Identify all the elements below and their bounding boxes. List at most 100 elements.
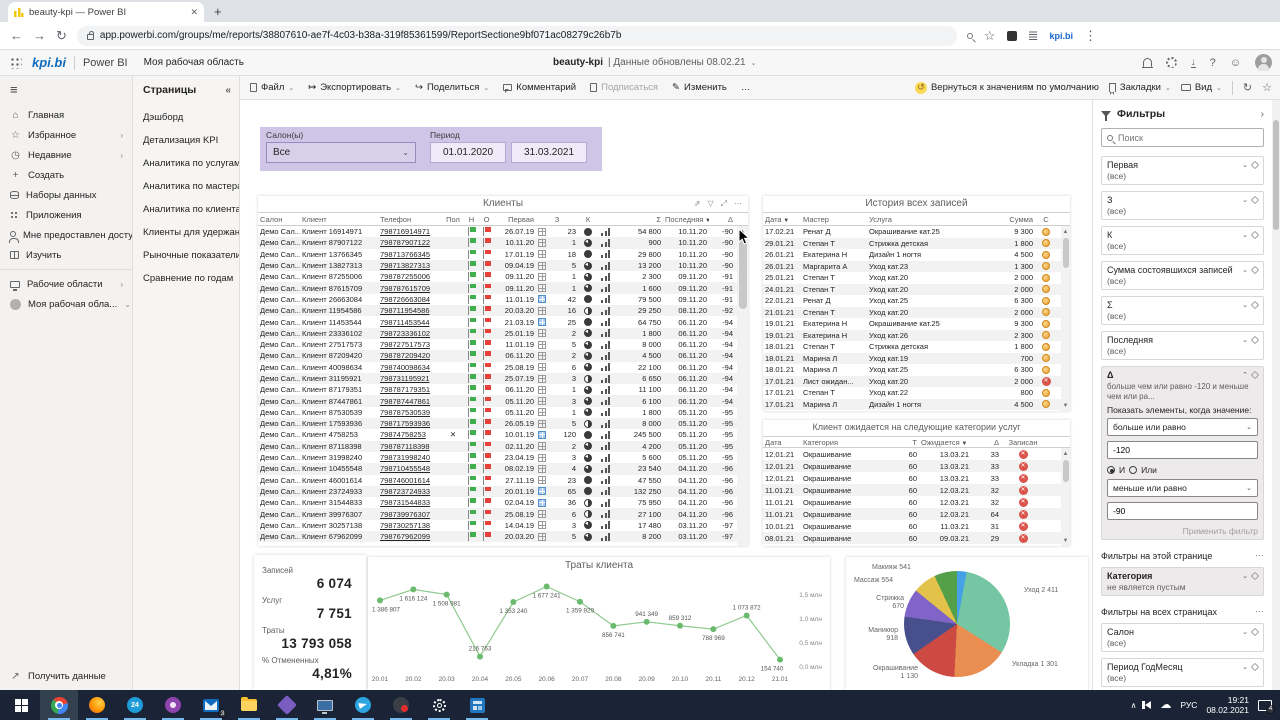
chevron-down-icon[interactable]: ⌄ xyxy=(1242,628,1248,636)
toolbar-export-button[interactable]: ↦ Экспортировать ⌄ xyxy=(308,82,401,93)
clients-table-row[interactable]: Демо Сал... Клиент 11954586 798711954586 20… xyxy=(258,305,748,317)
page-scrollbar[interactable] xyxy=(1272,100,1280,690)
salon-slicer-dropdown[interactable]: Все ⌄ xyxy=(266,142,416,163)
sidebar-item-star[interactable]: ☆ Избранное › xyxy=(0,125,132,145)
phone-link[interactable]: 798787907122 xyxy=(380,238,430,247)
history-table-row[interactable]: 22.01.21 Ренат Д Уход кат.25 6 300 xyxy=(763,295,1070,307)
sidebar-item-shared[interactable]: Мне предоставлен доступ xyxy=(0,225,132,245)
clients-table-row[interactable]: Демо Сал... Клиент 11453544 798711453544 21… xyxy=(258,316,748,327)
chevron-down-icon[interactable]: ⌄ xyxy=(1242,572,1248,580)
column-header-Ожидается[interactable]: Ожидается ▼ xyxy=(919,438,971,447)
chevron-up-icon[interactable]: ⌃ xyxy=(1242,371,1248,379)
taskbar-explorer[interactable] xyxy=(230,690,268,720)
account-avatar[interactable] xyxy=(1255,54,1272,71)
apply-filter-link[interactable]: Применить фильтр xyxy=(1107,526,1258,536)
phone-link[interactable]: 79874758253 xyxy=(380,430,426,439)
filter-card-delta[interactable]: Δ ⌃ больше чем или равно -120 и меньше ч… xyxy=(1101,366,1264,541)
clear-filter-icon[interactable] xyxy=(1250,230,1260,240)
chevron-down-icon[interactable]: ⌄ xyxy=(1242,231,1248,239)
clients-table-row[interactable]: Демо Сал... Клиент 67962099 798767962099 20… xyxy=(258,531,748,543)
clients-table-row[interactable]: Демо Сал... Клиент 23336102 798723336102 25… xyxy=(258,327,748,339)
clients-table-row[interactable]: Демо Сал... Клиент 4758253 79874758253 ✕ 10.… xyxy=(258,429,748,440)
column-header-Н[interactable]: Н xyxy=(464,215,479,224)
filter-card-первая[interactable]: Первая ⌄ (все) xyxy=(1101,156,1264,185)
and-radio[interactable] xyxy=(1107,466,1115,475)
more-options-icon[interactable]: ⋯ xyxy=(734,199,742,209)
clients-table-row[interactable]: Демо Сал... Клиент 87907122 798787907122 10… xyxy=(258,237,748,249)
history-table-row[interactable]: 21.01.21 Степан Т Уход кат.20 2 000 xyxy=(763,306,1070,318)
language-indicator[interactable]: РУС xyxy=(1180,700,1197,710)
clear-filter-icon[interactable] xyxy=(1250,265,1260,275)
clients-table-row[interactable]: Демо Сал... Клиент 46001614 798746001614 27… xyxy=(258,475,748,486)
clear-filter-icon[interactable] xyxy=(1250,300,1260,310)
clear-filter-icon[interactable] xyxy=(1250,662,1260,672)
data-point[interactable] xyxy=(577,598,583,605)
expected-table-row[interactable]: 11.01.21 Окрашивание 60 12.03.21 64 ✕ xyxy=(763,508,1070,520)
sidebar-item-book[interactable]: Изучить xyxy=(0,245,132,265)
scrollbar-thumb[interactable] xyxy=(738,239,747,309)
phone-link[interactable]: 798787255006 xyxy=(380,272,430,281)
toolbar-share-button[interactable]: ↪ Поделиться ⌄ xyxy=(415,82,489,93)
taskbar-mail[interactable]: 3 xyxy=(192,690,230,720)
phone-link[interactable]: 798723336102 xyxy=(380,329,430,338)
clients-table-row[interactable]: Демо Сал... Клиент 31544833 798731544833 02… xyxy=(258,497,748,508)
scrollbar-thumb[interactable] xyxy=(1062,238,1069,268)
report-page-дэшборд[interactable]: Дэшборд xyxy=(143,106,239,129)
back-icon[interactable]: ← xyxy=(10,28,23,43)
condition2-value-input[interactable] xyxy=(1107,502,1258,521)
toolbar-comment-button[interactable]: Комментарий xyxy=(503,82,576,93)
sidebar-item-plus[interactable]: + Создать xyxy=(0,165,132,185)
phone-link[interactable]: 798787179351 xyxy=(380,385,430,394)
report-page-клиенты-для-удержан-[interactable]: Клиенты для удержан... xyxy=(143,221,239,244)
taskbar-firefox[interactable] xyxy=(78,690,116,720)
column-header-О[interactable]: О xyxy=(479,215,494,224)
column-header-Записан[interactable]: Записан xyxy=(1001,438,1045,447)
clients-table-row[interactable]: Демо Сал... Клиент 31195921 798731195921 25… xyxy=(258,372,748,385)
get-data-button[interactable]: ↗ Получить данные xyxy=(10,671,106,682)
period-from-input[interactable]: 01.01.2020 xyxy=(430,142,506,163)
report-page-аналитика-по-мастерам[interactable]: Аналитика по мастерам xyxy=(143,175,239,198)
history-table-row[interactable]: 17.01.21 Лист ожидан... Уход кат.20 2 000 ✕ xyxy=(763,375,1070,387)
new-tab-button[interactable]: + xyxy=(214,4,222,19)
or-radio[interactable] xyxy=(1129,466,1138,475)
column-header-Категория[interactable]: Категория xyxy=(801,438,881,447)
volume-icon[interactable] xyxy=(1142,701,1152,709)
history-table-row[interactable]: 18.01.21 Марина Л Уход кат.25 6 300 xyxy=(763,364,1070,376)
extensions-icon[interactable] xyxy=(1006,30,1017,41)
column-header-К[interactable]: К xyxy=(578,215,598,224)
column-header-Услуга[interactable]: Услуга xyxy=(867,215,991,224)
history-table-row[interactable]: 17.01.21 Марина Л Дизайн 1 ногтя 4 500 xyxy=(763,398,1070,410)
column-header-Дата[interactable]: Дата ▼ xyxy=(763,215,801,224)
taskbar-visual-studio[interactable] xyxy=(268,690,306,720)
report-page-сравнение-по-годам[interactable]: Сравнение по годам xyxy=(143,267,239,290)
scroll-down-icon[interactable]: ▼ xyxy=(1061,400,1070,411)
filter-search[interactable] xyxy=(1101,128,1264,147)
scroll-down-icon[interactable]: ▼ xyxy=(1061,535,1070,546)
phone-link[interactable]: 798716914971 xyxy=(380,227,430,236)
waffle-menu-icon[interactable] xyxy=(10,56,22,69)
chevron-down-icon[interactable]: ⌄ xyxy=(1242,301,1248,309)
hidden-icons-icon[interactable]: ∧ xyxy=(1131,701,1137,710)
help-icon[interactable]: ? xyxy=(1210,57,1216,69)
sidebar-item-clock[interactable]: ◷ Недавние › xyxy=(0,145,132,165)
filter-search-input[interactable] xyxy=(1118,132,1258,143)
sidebar-item-avatar[interactable]: Моя рабочая обла... ⌄ xyxy=(0,294,132,314)
column-header-Дата[interactable]: Дата xyxy=(763,438,801,447)
history-table-row[interactable]: 17.02.21 Ренат Д Окрашивание кат.25 9 300 xyxy=(763,226,1070,238)
expected-table-row[interactable]: 12.01.21 Окрашивание 60 13.03.21 33 ✕ xyxy=(763,448,1070,460)
taskbar-remote-desktop[interactable] xyxy=(306,690,344,720)
column-header-Клиент[interactable]: Клиент xyxy=(300,215,378,224)
hamburger-menu-icon[interactable]: ≡ xyxy=(0,76,132,105)
data-point[interactable] xyxy=(510,599,517,606)
period-to-input[interactable]: 31.03.2021 xyxy=(511,142,587,163)
column-header-З[interactable]: З xyxy=(536,215,578,224)
data-point[interactable] xyxy=(677,622,683,629)
phone-link[interactable]: 798717593936 xyxy=(380,419,430,428)
toolbar-more-button[interactable]: … xyxy=(741,82,751,93)
taskbar-chrome[interactable] xyxy=(40,690,78,720)
clients-table-row[interactable]: Демо Сал... Клиент 13827313 798713827313 09… xyxy=(258,259,748,272)
data-point[interactable] xyxy=(410,586,417,593)
phone-link[interactable]: 798711453544 xyxy=(380,318,430,327)
data-point[interactable] xyxy=(643,618,650,625)
data-point[interactable] xyxy=(777,656,783,663)
